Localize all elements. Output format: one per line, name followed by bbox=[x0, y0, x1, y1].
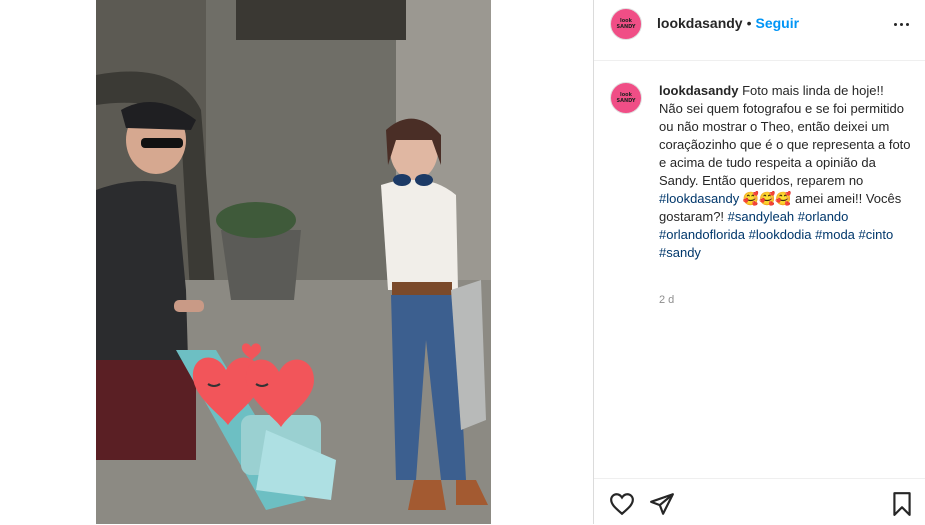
caption-avatar[interactable]: look SANDY bbox=[610, 82, 642, 114]
caption-emojis: 🥰🥰🥰 bbox=[742, 191, 792, 206]
avatar-text-sandy: SANDY bbox=[616, 24, 636, 30]
heart-icon[interactable] bbox=[609, 491, 635, 517]
post-caption: lookdasandy Foto mais linda de hoje!! Nã… bbox=[659, 82, 911, 262]
post-username[interactable]: lookdasandy bbox=[657, 15, 743, 31]
avatar[interactable]: look SANDY bbox=[610, 8, 642, 40]
caption-mention[interactable]: #lookdasandy bbox=[659, 191, 739, 206]
hashtag-moda[interactable]: #moda bbox=[815, 227, 855, 242]
hashtag-orlando[interactable]: #orlando bbox=[798, 209, 849, 224]
caption-username[interactable]: lookdasandy bbox=[659, 83, 738, 98]
photo-illustration bbox=[96, 0, 491, 524]
post-side-panel: look SANDY lookdasandy • Seguir look SANDY… bbox=[594, 0, 925, 524]
hashtag-orlandoflorida[interactable]: #orlandoflorida bbox=[659, 227, 745, 242]
caption-avatar-text-sandy: SANDY bbox=[616, 98, 636, 104]
post-timestamp[interactable]: 2 d bbox=[659, 294, 674, 306]
post-header: look SANDY lookdasandy • Seguir bbox=[594, 0, 925, 61]
separator-dot: • bbox=[746, 15, 752, 31]
bookmark-icon[interactable] bbox=[889, 491, 915, 517]
post-photo[interactable] bbox=[96, 0, 491, 524]
hashtag-cinto[interactable]: #cinto bbox=[859, 227, 894, 242]
hashtag-lookdodia[interactable]: #lookdodia bbox=[749, 227, 812, 242]
hashtag-sandyleah[interactable]: #sandyleah bbox=[728, 209, 795, 224]
more-horizontal-icon[interactable] bbox=[891, 14, 911, 34]
paper-plane-icon[interactable] bbox=[649, 491, 675, 517]
caption-text: Foto mais linda de hoje!! Não sei quem f… bbox=[659, 83, 911, 188]
follow-button[interactable]: Seguir bbox=[756, 15, 800, 31]
hashtag-sandy[interactable]: #sandy bbox=[659, 245, 701, 260]
action-bar bbox=[594, 478, 925, 525]
header-text: lookdasandy • Seguir bbox=[657, 15, 799, 33]
